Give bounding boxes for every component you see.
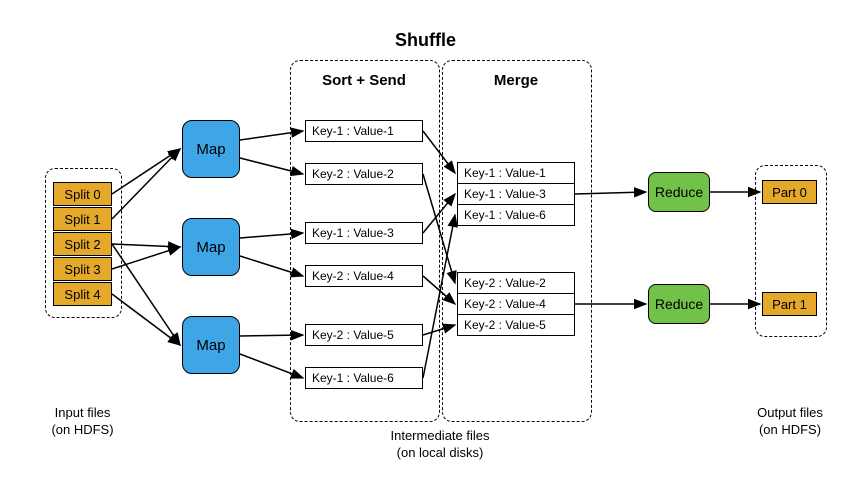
reduce-0: Reduce [648,172,710,212]
part-0: Part 0 [762,180,817,204]
input-caption-l1: Input files(on HDFS) [51,405,113,437]
split-1: Split 1 [53,207,112,231]
split-3: Split 3 [53,257,112,281]
map-1: Map [182,218,240,276]
part-1: Part 1 [762,292,817,316]
output-caption: Output files(on HDFS) [750,405,830,439]
merge-region [442,60,592,422]
kv-merge-g1-0: Key-1 : Value-1 [457,162,575,184]
intermediate-caption: Intermediate files(on local disks) [365,428,515,462]
kv-merge-g1-1: Key-1 : Value-3 [457,183,575,205]
map-2: Map [182,316,240,374]
kv-sort-0: Key-1 : Value-1 [305,120,423,142]
split-0: Split 0 [53,182,112,206]
kv-merge-g2-1: Key-2 : Value-4 [457,293,575,315]
sort-send-label: Sort + Send [290,72,438,89]
kv-sort-1: Key-2 : Value-2 [305,163,423,185]
shuffle-title: Shuffle [395,30,456,51]
kv-merge-g2-2: Key-2 : Value-5 [457,314,575,336]
kv-sort-5: Key-1 : Value-6 [305,367,423,389]
merge-label: Merge [442,72,590,89]
kv-merge-g1-2: Key-1 : Value-6 [457,204,575,226]
kv-merge-g2-0: Key-2 : Value-2 [457,272,575,294]
reduce-1: Reduce [648,284,710,324]
input-caption: Input files(on HDFS) [40,405,125,439]
kv-sort-3: Key-2 : Value-4 [305,265,423,287]
output-caption-l1: Output files(on HDFS) [757,405,823,437]
split-2: Split 2 [53,232,112,256]
split-4: Split 4 [53,282,112,306]
mapreduce-diagram: Shuffle Sort + Send Merge Input files(on… [0,0,859,500]
map-0: Map [182,120,240,178]
kv-sort-2: Key-1 : Value-3 [305,222,423,244]
kv-sort-4: Key-2 : Value-5 [305,324,423,346]
intermediate-caption-l1: Intermediate files(on local disks) [391,428,490,460]
